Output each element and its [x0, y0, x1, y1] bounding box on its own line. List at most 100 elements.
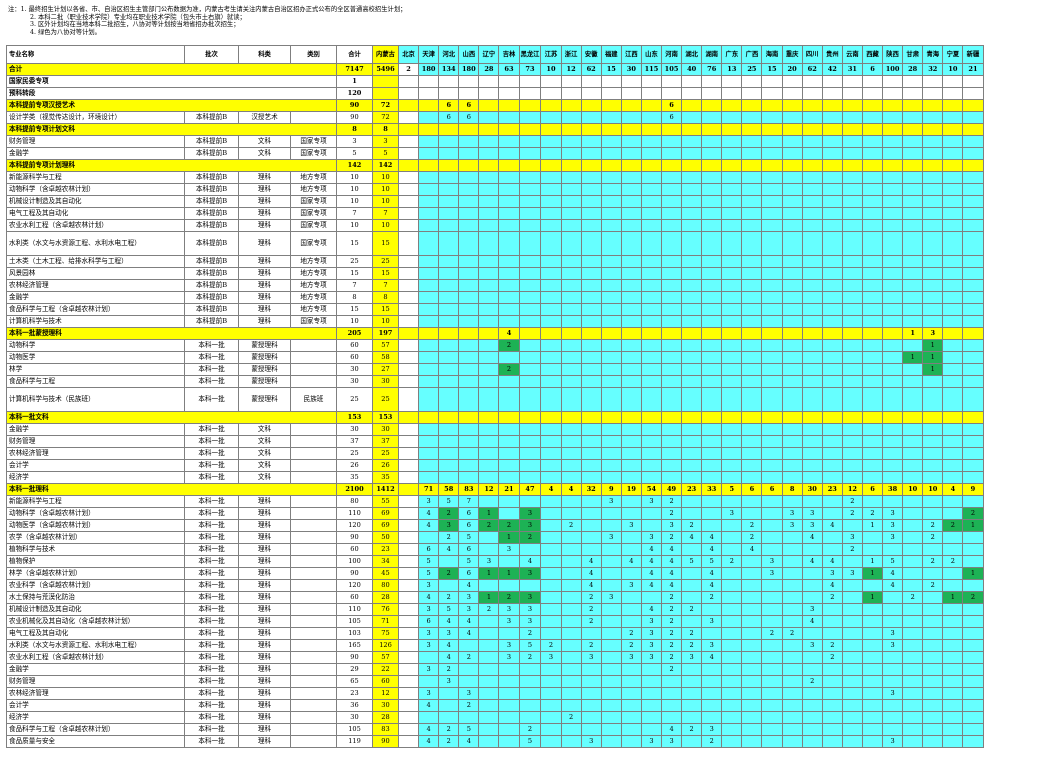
province-cell — [942, 231, 964, 256]
province-cell — [781, 231, 803, 256]
province-cell — [701, 363, 723, 376]
province-cell — [821, 375, 843, 388]
province-cell — [518, 75, 542, 88]
province-cell — [801, 411, 823, 424]
province-cell — [620, 459, 642, 472]
province-cell — [397, 543, 420, 556]
province-cell — [701, 111, 723, 124]
province-cell — [438, 579, 460, 592]
province-cell: 4 — [458, 627, 480, 640]
province-cell — [438, 75, 460, 88]
province-cell — [458, 675, 480, 688]
province-cell — [560, 567, 582, 580]
province-cell — [458, 195, 480, 208]
province-cell — [540, 219, 562, 232]
province-cell — [560, 723, 582, 736]
province-cell — [498, 663, 520, 676]
province-cell — [397, 183, 420, 196]
section-name-cell: 本科提前专项汉授艺术 — [6, 99, 337, 112]
province-cell: 3 — [438, 519, 460, 532]
inner-mongolia-cell: 5496 — [372, 63, 399, 76]
province-cell — [902, 411, 924, 424]
province-cell — [801, 291, 823, 304]
category-cell — [290, 615, 337, 628]
inner-mongolia-cell: 10 — [372, 219, 399, 232]
notes-block: 注：1. 最终招生计划以各省、市、自治区招生主管部门公布数据为准，内蒙古考生请关… — [8, 6, 1038, 36]
province-cell — [882, 219, 904, 232]
province-cell — [841, 735, 863, 748]
total-cell: 23 — [336, 687, 373, 700]
province-cell — [478, 375, 500, 388]
province-cell: 2 — [681, 627, 703, 640]
subject-cell: 文科 — [238, 423, 291, 436]
province-cell — [620, 135, 642, 148]
province-cell: 180 — [418, 63, 440, 76]
province-cell — [518, 135, 542, 148]
header-cell: 福建 — [600, 45, 622, 64]
province-cell — [661, 327, 683, 340]
category-cell — [290, 687, 337, 700]
province-cell — [962, 339, 984, 352]
province-cell — [902, 447, 924, 460]
province-cell — [397, 195, 420, 208]
province-cell — [458, 435, 480, 448]
major-name-cell: 财务管理 — [6, 135, 185, 148]
province-cell — [942, 651, 964, 664]
province-cell — [781, 411, 803, 424]
province-cell — [580, 279, 602, 292]
province-cell — [841, 231, 863, 256]
province-cell — [922, 435, 944, 448]
province-cell — [418, 183, 440, 196]
inner-mongolia-cell: 30 — [372, 699, 399, 712]
province-cell — [620, 531, 642, 544]
province-cell: 2 — [580, 603, 602, 616]
province-cell — [741, 627, 763, 640]
province-cell — [902, 663, 924, 676]
province-cell — [438, 159, 460, 172]
inner-mongolia-cell: 27 — [372, 363, 399, 376]
major-name-cell: 金融学 — [6, 147, 185, 160]
province-cell — [942, 471, 964, 484]
province-cell — [620, 315, 642, 328]
province-cell — [821, 471, 843, 484]
province-cell — [438, 207, 460, 220]
inner-mongolia-cell: 72 — [372, 111, 399, 124]
category-cell — [290, 351, 337, 364]
province-cell: 1 — [478, 591, 500, 604]
major-name-cell: 农林经济管理 — [6, 279, 185, 292]
province-cell — [478, 327, 500, 340]
province-cell — [600, 87, 622, 100]
header-cell: 山东 — [640, 45, 663, 64]
province-cell — [761, 363, 783, 376]
province-cell — [902, 675, 924, 688]
batch-cell: 本科一批 — [184, 375, 239, 388]
province-cell — [922, 291, 944, 304]
total-cell: 15 — [336, 303, 373, 316]
province-cell — [922, 375, 944, 388]
province-cell — [438, 363, 460, 376]
province-cell — [962, 255, 984, 268]
province-cell: 2 — [841, 507, 863, 520]
province-cell — [882, 123, 904, 136]
province-cell — [721, 591, 743, 604]
province-cell: 2 — [922, 531, 944, 544]
province-cell — [540, 423, 562, 436]
province-cell — [397, 87, 420, 100]
major-name-cell: 财务管理 — [6, 435, 185, 448]
province-cell: 3 — [438, 627, 460, 640]
subject-cell: 理科 — [238, 675, 291, 688]
province-cell — [418, 123, 440, 136]
province-cell — [882, 723, 904, 736]
province-cell — [661, 303, 683, 316]
province-cell — [478, 423, 500, 436]
inner-mongolia-cell: 71 — [372, 615, 399, 628]
province-cell: 4 — [580, 579, 602, 592]
province-cell — [600, 507, 622, 520]
province-cell: 4 — [438, 651, 460, 664]
province-cell: 3 — [681, 651, 703, 664]
section-name-cell: 本科一批蒙授理科 — [6, 327, 337, 340]
province-cell — [962, 615, 984, 628]
province-cell — [841, 699, 863, 712]
province-cell: 2 — [438, 567, 460, 580]
province-cell — [458, 411, 480, 424]
